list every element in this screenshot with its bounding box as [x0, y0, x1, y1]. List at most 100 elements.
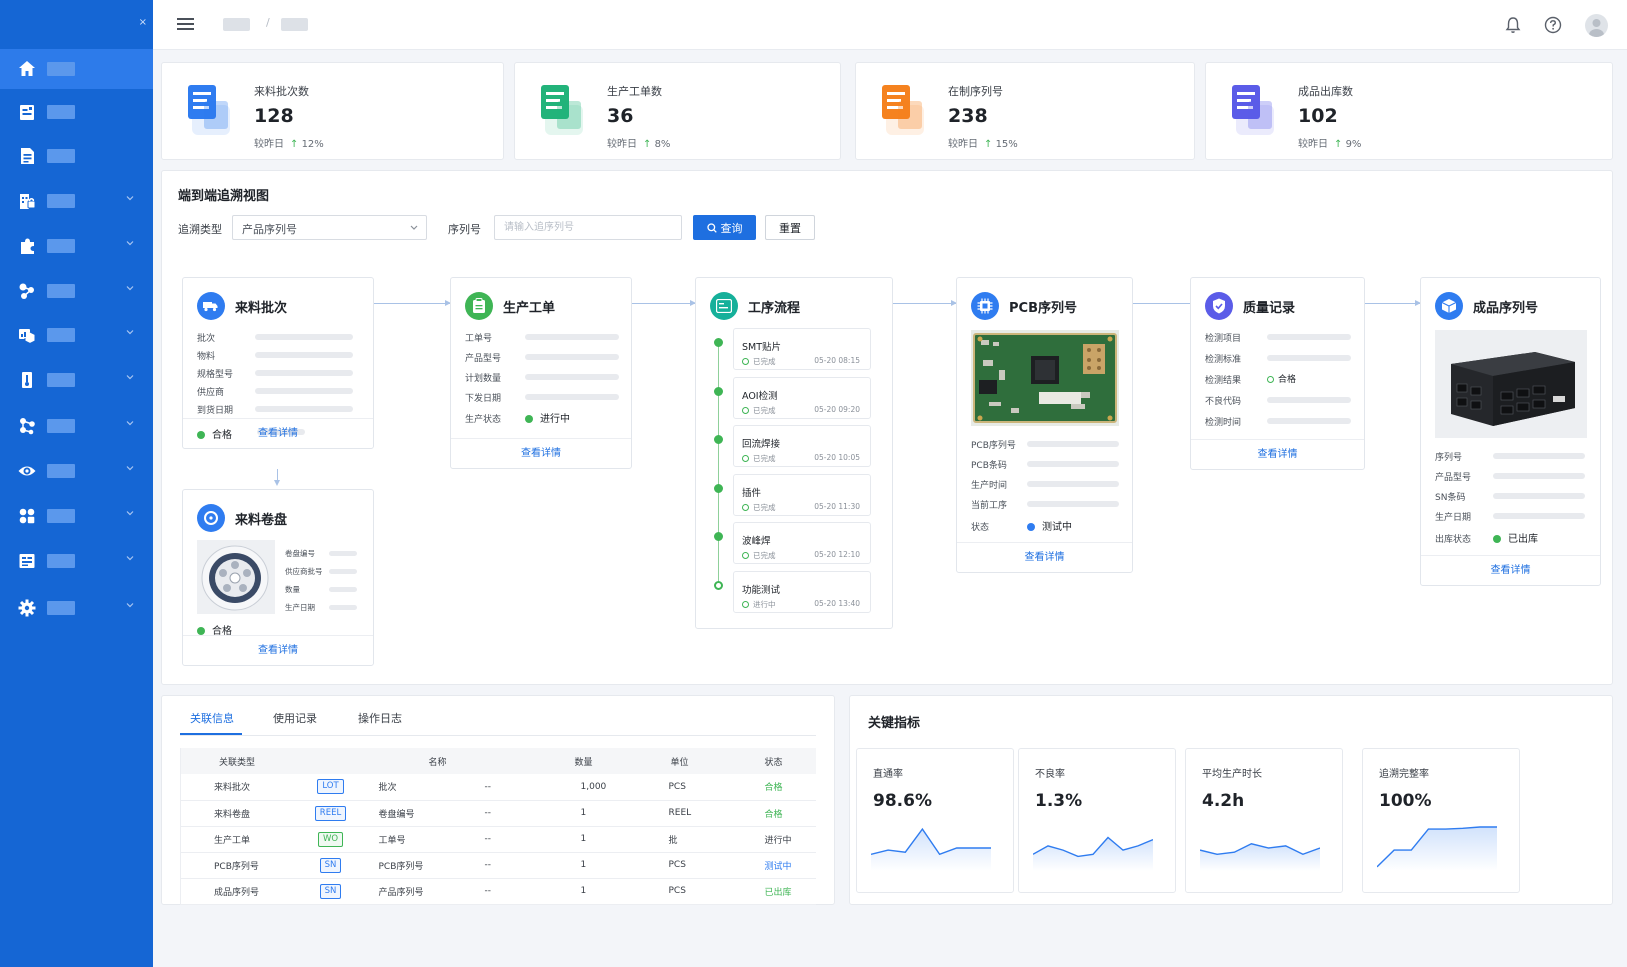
relation-name-value: --: [470, 774, 567, 801]
check-circle-icon: [742, 358, 749, 365]
relation-name: 卷盘编号: [370, 800, 471, 827]
flow-arrow: [632, 300, 696, 306]
tab-usage-records[interactable]: 使用记录: [273, 710, 317, 726]
sidebar-item-puzzle[interactable]: [0, 226, 153, 266]
kpi-value: 1.3%: [1035, 791, 1083, 811]
process-step[interactable]: 回流焊接 已完成 05-20 10:05: [733, 425, 871, 467]
table-header-row: 关联类型 名称 数量 单位 状态: [180, 748, 816, 774]
field-label: 状态: [971, 523, 990, 533]
node-process-flow: 工序流程 SMT贴片 已完成 05-20 08:15 AOI检测 已完成 05-…: [695, 277, 893, 629]
bell-icon[interactable]: [1505, 16, 1521, 34]
view-detail-link[interactable]: 查看详情: [957, 542, 1132, 572]
table-row[interactable]: PCB序列号 SN PCB序列号 -- 1 PCS 测试中: [180, 852, 816, 879]
sidebar-item-building-lock[interactable]: [0, 181, 153, 221]
table-row[interactable]: 成品序列号 SN 产品序列号 -- 1 PCS 已出库: [180, 878, 816, 905]
help-icon[interactable]: [1544, 16, 1562, 34]
sidebar-item-gear[interactable]: [0, 588, 153, 628]
field-label: 不良代码: [1205, 397, 1242, 407]
process-step[interactable]: SMT贴片 已完成 05-20 08:15: [733, 328, 871, 370]
hierarchy-icon: [16, 415, 38, 437]
sidebar-item-grid[interactable]: [0, 496, 153, 536]
sidebar-item-label-placeholder: [47, 419, 75, 433]
check-circle-icon: [742, 503, 749, 511]
tab-operation-logs[interactable]: 操作日志: [358, 710, 402, 726]
sidebar-item-home[interactable]: [0, 49, 153, 89]
relation-qty: 1,000: [566, 774, 667, 801]
sidebar-item-label-placeholder: [47, 373, 75, 387]
process-step[interactable]: 插件 已完成 05-20 11:30: [733, 473, 871, 516]
table-row[interactable]: 生产工单 WO 工单号 -- 1 批 进行中: [180, 826, 816, 853]
breadcrumb-item-1[interactable]: [223, 18, 250, 31]
field-value-placeholder: [255, 388, 353, 394]
process-step[interactable]: 功能测试 进行中 05-20 13:40: [733, 570, 871, 613]
pcb-status: 测试中: [1027, 518, 1072, 533]
field-label: 产品型号: [465, 354, 502, 364]
check-circle-icon: [742, 600, 749, 608]
tab-divider: [180, 735, 816, 736]
reset-button[interactable]: 重置: [765, 215, 815, 240]
sidebar-item-label-placeholder: [47, 328, 75, 342]
view-detail-link[interactable]: 查看详情: [183, 635, 373, 665]
reel-icon: [197, 504, 225, 532]
process-step[interactable]: 波峰焊 已完成 05-20 12:10: [733, 522, 871, 564]
sidebar-item-document[interactable]: [0, 136, 153, 176]
field-label: 检测项目: [1205, 334, 1242, 344]
node-product-serial: 成品序列号 序列号 产品型号 SN条码 生产日期 出库状态 已出库 查看详情: [1420, 277, 1601, 586]
view-detail-link[interactable]: 查看详情: [1421, 555, 1600, 585]
sidebar-item-eye[interactable]: [0, 451, 153, 491]
kpi-panel: 关键指标 直通率 98.6% 不良率 1.3% 平均生产时长 4.2h 追溯完整…: [849, 695, 1613, 905]
view-detail-link[interactable]: 查看详情: [1191, 439, 1364, 469]
sparkline-area: [1377, 827, 1497, 871]
kpi-title: 关键指标: [868, 716, 921, 731]
work-order-status: 进行中: [525, 410, 570, 425]
sidebar-item-label-placeholder: [47, 284, 75, 298]
table-row[interactable]: 来料卷盘 REEL 卷盘编号 -- 1 REEL 合格: [180, 800, 816, 827]
kpi-card: 直通率 98.6%: [856, 748, 1014, 893]
sidebar-close-icon[interactable]: ×: [139, 17, 147, 28]
view-detail-link[interactable]: 查看详情: [183, 418, 373, 448]
process-step[interactable]: AOI检测 已完成 05-20 09:20: [733, 376, 871, 419]
field-value-placeholder: [1027, 501, 1119, 507]
node-title: 来料批次: [235, 300, 288, 316]
avatar[interactable]: [1585, 14, 1608, 37]
status-dot: [197, 627, 205, 635]
sidebar-item-thermometer[interactable]: [0, 360, 153, 400]
stat-value: 102: [1298, 105, 1338, 127]
quality-result: 合格: [1267, 372, 1296, 385]
kpi-label: 平均生产时长: [1202, 769, 1262, 780]
field-label: 检测时间: [1205, 418, 1242, 428]
query-button[interactable]: 查询: [693, 215, 756, 240]
field-label: PCB条码: [971, 461, 1007, 471]
document-icon: [16, 145, 38, 167]
relation-qty: 1: [566, 800, 667, 827]
sidebar-item-cube-chart[interactable]: [0, 315, 153, 355]
stat-compare: 较昨日 ↑ 12%: [254, 139, 324, 150]
relation-name: PCB序列号: [370, 852, 471, 879]
view-detail-link[interactable]: 查看详情: [451, 438, 631, 468]
field-value-placeholder: [1493, 473, 1585, 479]
chevron-down-icon: [126, 556, 134, 561]
field-value-placeholder: [1267, 334, 1351, 340]
timeline-dot: [714, 386, 723, 396]
table-row[interactable]: 来料批次 LOT 批次 -- 1,000 PCS 合格: [180, 774, 816, 801]
timeline-dot: [714, 338, 723, 347]
trace-type-select[interactable]: 产品序列号: [232, 215, 427, 240]
node-title: 工序流程: [748, 300, 801, 316]
tab-relations[interactable]: 关联信息: [190, 710, 234, 726]
field-value-placeholder: [1267, 397, 1351, 403]
sidebar-item-process-nodes[interactable]: [0, 271, 153, 311]
kpi-card: 追溯完整率 100%: [1362, 748, 1520, 893]
relation-tag: WO: [317, 831, 344, 847]
timeline-dot: [714, 435, 723, 444]
relation-qty: 1: [566, 826, 667, 853]
stat-compare: 较昨日 ↑ 9%: [1298, 139, 1362, 150]
serial-input[interactable]: [494, 215, 682, 240]
sidebar-item-calendar-form[interactable]: [0, 92, 153, 132]
sidebar-item-hierarchy[interactable]: [0, 406, 153, 446]
column-header: 名称: [370, 748, 471, 774]
step-time: 05-20 09:20: [814, 404, 860, 414]
menu-toggle-icon[interactable]: [177, 17, 195, 31]
sidebar-item-list-report[interactable]: [0, 541, 153, 581]
check-circle-icon: [742, 552, 749, 559]
chevron-down-icon: [126, 466, 134, 471]
